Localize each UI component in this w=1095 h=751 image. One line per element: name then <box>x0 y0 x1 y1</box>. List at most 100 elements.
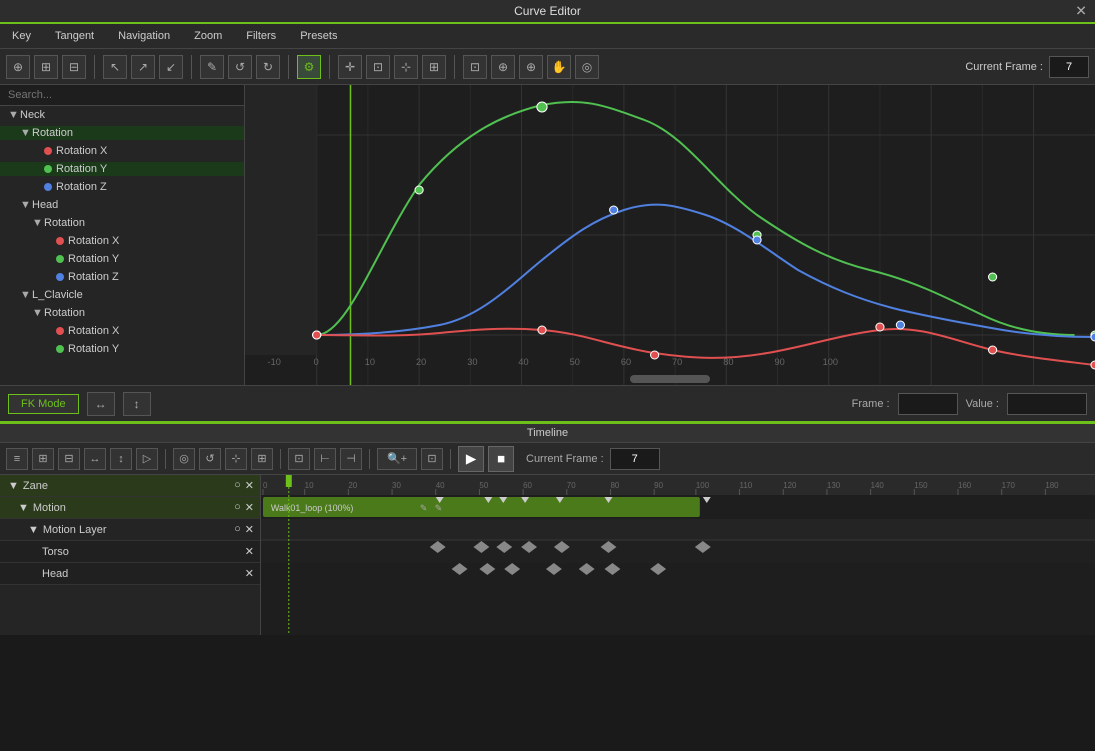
tl-row-motionlayer[interactable]: ▼ Motion Layer ○ ✕ <box>0 519 260 541</box>
tree-rot-y-neck[interactable]: Rotation Y <box>0 160 244 178</box>
menu-filters[interactable]: Filters <box>242 28 280 44</box>
tl-row-head-tl[interactable]: Head ✕ <box>0 563 260 585</box>
tl-btn-fit-tl[interactable]: ⊡ <box>421 448 443 470</box>
toolbar-btn-tangent3[interactable]: ↙ <box>159 55 183 79</box>
tl-motionlayer-label: Motion Layer <box>43 524 107 536</box>
main-toolbar: ⊕ ⊞ ⊟ ↖ ↗ ↙ ✎ ↺ ↻ ⚙ ✛ ⊡ ⊹ ⊞ ⊡ ⊕ ⊕ ✋ ◎ Cu… <box>0 49 1095 85</box>
rot-x-neck-dot <box>44 147 52 155</box>
neck-arrow: ▼ <box>8 109 20 121</box>
tl-btn-2[interactable]: ⊞ <box>32 448 54 470</box>
tl-head-label: Head <box>42 568 68 580</box>
stop-button[interactable]: ■ <box>488 446 514 472</box>
toolbar-btn-2[interactable]: ⊞ <box>34 55 58 79</box>
rot-z-neck-label: Rotation Z <box>56 181 107 193</box>
close-button[interactable]: ✕ <box>1075 3 1087 20</box>
svg-text:50: 50 <box>570 357 580 367</box>
svg-text:180: 180 <box>1045 481 1059 490</box>
tl-motion-x[interactable]: ✕ <box>245 501 254 514</box>
tree-rot-y-head[interactable]: Rotation Y <box>0 250 244 268</box>
value-input[interactable] <box>1007 393 1087 415</box>
tree-rot-z-head[interactable]: Rotation Z <box>0 268 244 286</box>
menu-key[interactable]: Key <box>8 28 35 44</box>
svg-text:60: 60 <box>621 357 631 367</box>
tl-sep-3 <box>369 449 370 469</box>
curve-btn-vert[interactable]: ↕ <box>123 392 151 416</box>
tl-btn-ref[interactable]: ⊣ <box>340 448 362 470</box>
tl-btn-6[interactable]: ▷ <box>136 448 158 470</box>
tl-btn-5[interactable]: ↕ <box>110 448 132 470</box>
tl-btn-zoom[interactable]: 🔍+ <box>377 448 417 470</box>
play-button[interactable]: ▶ <box>458 446 484 472</box>
tree-rotation-head[interactable]: ▼ Rotation <box>0 214 244 232</box>
rot-y-neck-arrow <box>32 163 44 175</box>
tl-btn-7[interactable]: ◎ <box>173 448 195 470</box>
current-frame-input[interactable]: 7 <box>1049 56 1089 78</box>
tree-rot-x-lclavicle[interactable]: Rotation X <box>0 322 244 340</box>
tree-neck[interactable]: ▼ Neck <box>0 106 244 124</box>
lclavicle-label: L_Clavicle <box>32 289 83 301</box>
tl-head-x[interactable]: ✕ <box>245 567 254 580</box>
toolbar-btn-zoom-fit[interactable]: ◎ <box>575 55 599 79</box>
toolbar-btn-hand[interactable]: ✋ <box>547 55 571 79</box>
tl-btn-3[interactable]: ⊟ <box>58 448 80 470</box>
svg-text:60: 60 <box>523 481 532 490</box>
fk-mode-button[interactable]: FK Mode <box>8 394 79 414</box>
rot-x-head-dot <box>56 237 64 245</box>
tree-rot-y-lclavicle[interactable]: Rotation Y <box>0 340 244 358</box>
toolbar-btn-undo[interactable]: ↺ <box>228 55 252 79</box>
timeline-left-panel: ▼ Zane ○ ✕ ▼ Motion ○ ✕ ▼ Motion Layer <box>0 475 261 635</box>
toolbar-btn-redo[interactable]: ↻ <box>256 55 280 79</box>
tl-row-torso[interactable]: Torso ✕ <box>0 541 260 563</box>
toolbar-btn-keys[interactable]: ⊹ <box>394 55 418 79</box>
tl-btn-4[interactable]: ↔ <box>84 448 106 470</box>
tl-frame-input[interactable] <box>610 448 660 470</box>
menu-navigation[interactable]: Navigation <box>114 28 174 44</box>
toolbar-btn-tangent2[interactable]: ↗ <box>131 55 155 79</box>
curve-btn-horz[interactable]: ↔ <box>87 392 115 416</box>
tree-rot-x-head[interactable]: Rotation X <box>0 232 244 250</box>
frame-input[interactable] <box>898 393 958 415</box>
toolbar-btn-tangent1[interactable]: ↖ <box>103 55 127 79</box>
rot-z-head-dot <box>56 273 64 281</box>
menu-tangent[interactable]: Tangent <box>51 28 98 44</box>
toolbar-btn-3[interactable]: ⊟ <box>62 55 86 79</box>
svg-text:20: 20 <box>416 357 426 367</box>
tree-head[interactable]: ▼ Head <box>0 196 244 214</box>
toolbar-btn-fit[interactable]: ⊡ <box>463 55 487 79</box>
tree-rotation-lclavicle[interactable]: ▼ Rotation <box>0 304 244 322</box>
curve-scrollbar[interactable] <box>630 375 710 383</box>
tl-torso-x[interactable]: ✕ <box>245 545 254 558</box>
tl-btn-trim[interactable]: ⊢ <box>314 448 336 470</box>
toolbar-btn-frame[interactable]: ⊞ <box>422 55 446 79</box>
svg-text:150: 150 <box>914 481 928 490</box>
toolbar-btn-ripple[interactable]: ⊕ <box>519 55 543 79</box>
tl-btn-10[interactable]: ⊞ <box>251 448 273 470</box>
toolbar-btn-move[interactable]: ✛ <box>338 55 362 79</box>
tl-row-zane[interactable]: ▼ Zane ○ ✕ <box>0 475 260 497</box>
tree-rot-z-neck[interactable]: Rotation Z <box>0 178 244 196</box>
tree-rotation-neck[interactable]: ▼ Rotation <box>0 124 244 142</box>
menu-presets[interactable]: Presets <box>296 28 341 44</box>
tl-btn-clip[interactable]: ⊡ <box>288 448 310 470</box>
toolbar-btn-1[interactable]: ⊕ <box>6 55 30 79</box>
current-frame-label: Current Frame : <box>965 61 1043 73</box>
curve-bottom-toolbar: FK Mode ↔ ↕ Frame : Value : <box>0 385 1095 421</box>
search-input[interactable] <box>0 85 244 106</box>
rot-y-neck-label: Rotation Y <box>56 163 107 175</box>
tl-row-motion[interactable]: ▼ Motion ○ ✕ <box>0 497 260 519</box>
tl-btn-1[interactable]: ≡ <box>6 448 28 470</box>
toolbar-btn-scale[interactable]: ⊡ <box>366 55 390 79</box>
tl-btn-8[interactable]: ↺ <box>199 448 221 470</box>
menu-zoom[interactable]: Zoom <box>190 28 226 44</box>
tree-rot-x-neck[interactable]: Rotation X <box>0 142 244 160</box>
tl-zane-x[interactable]: ✕ <box>245 479 254 492</box>
toolbar-btn-snap[interactable]: ⊕ <box>491 55 515 79</box>
toolbar-btn-edit[interactable]: ✎ <box>200 55 224 79</box>
toolbar-btn-anim[interactable]: ⚙ <box>297 55 321 79</box>
tl-frame-label: Current Frame : <box>526 453 604 465</box>
curve-editor-area: 10 5 0 -10 0 10 20 30 40 50 60 70 80 90 … <box>245 85 1095 385</box>
svg-text:120: 120 <box>783 481 797 490</box>
tl-btn-9[interactable]: ⊹ <box>225 448 247 470</box>
tl-motionlayer-x[interactable]: ✕ <box>245 523 254 536</box>
tree-lclavicle[interactable]: ▼ L_Clavicle <box>0 286 244 304</box>
